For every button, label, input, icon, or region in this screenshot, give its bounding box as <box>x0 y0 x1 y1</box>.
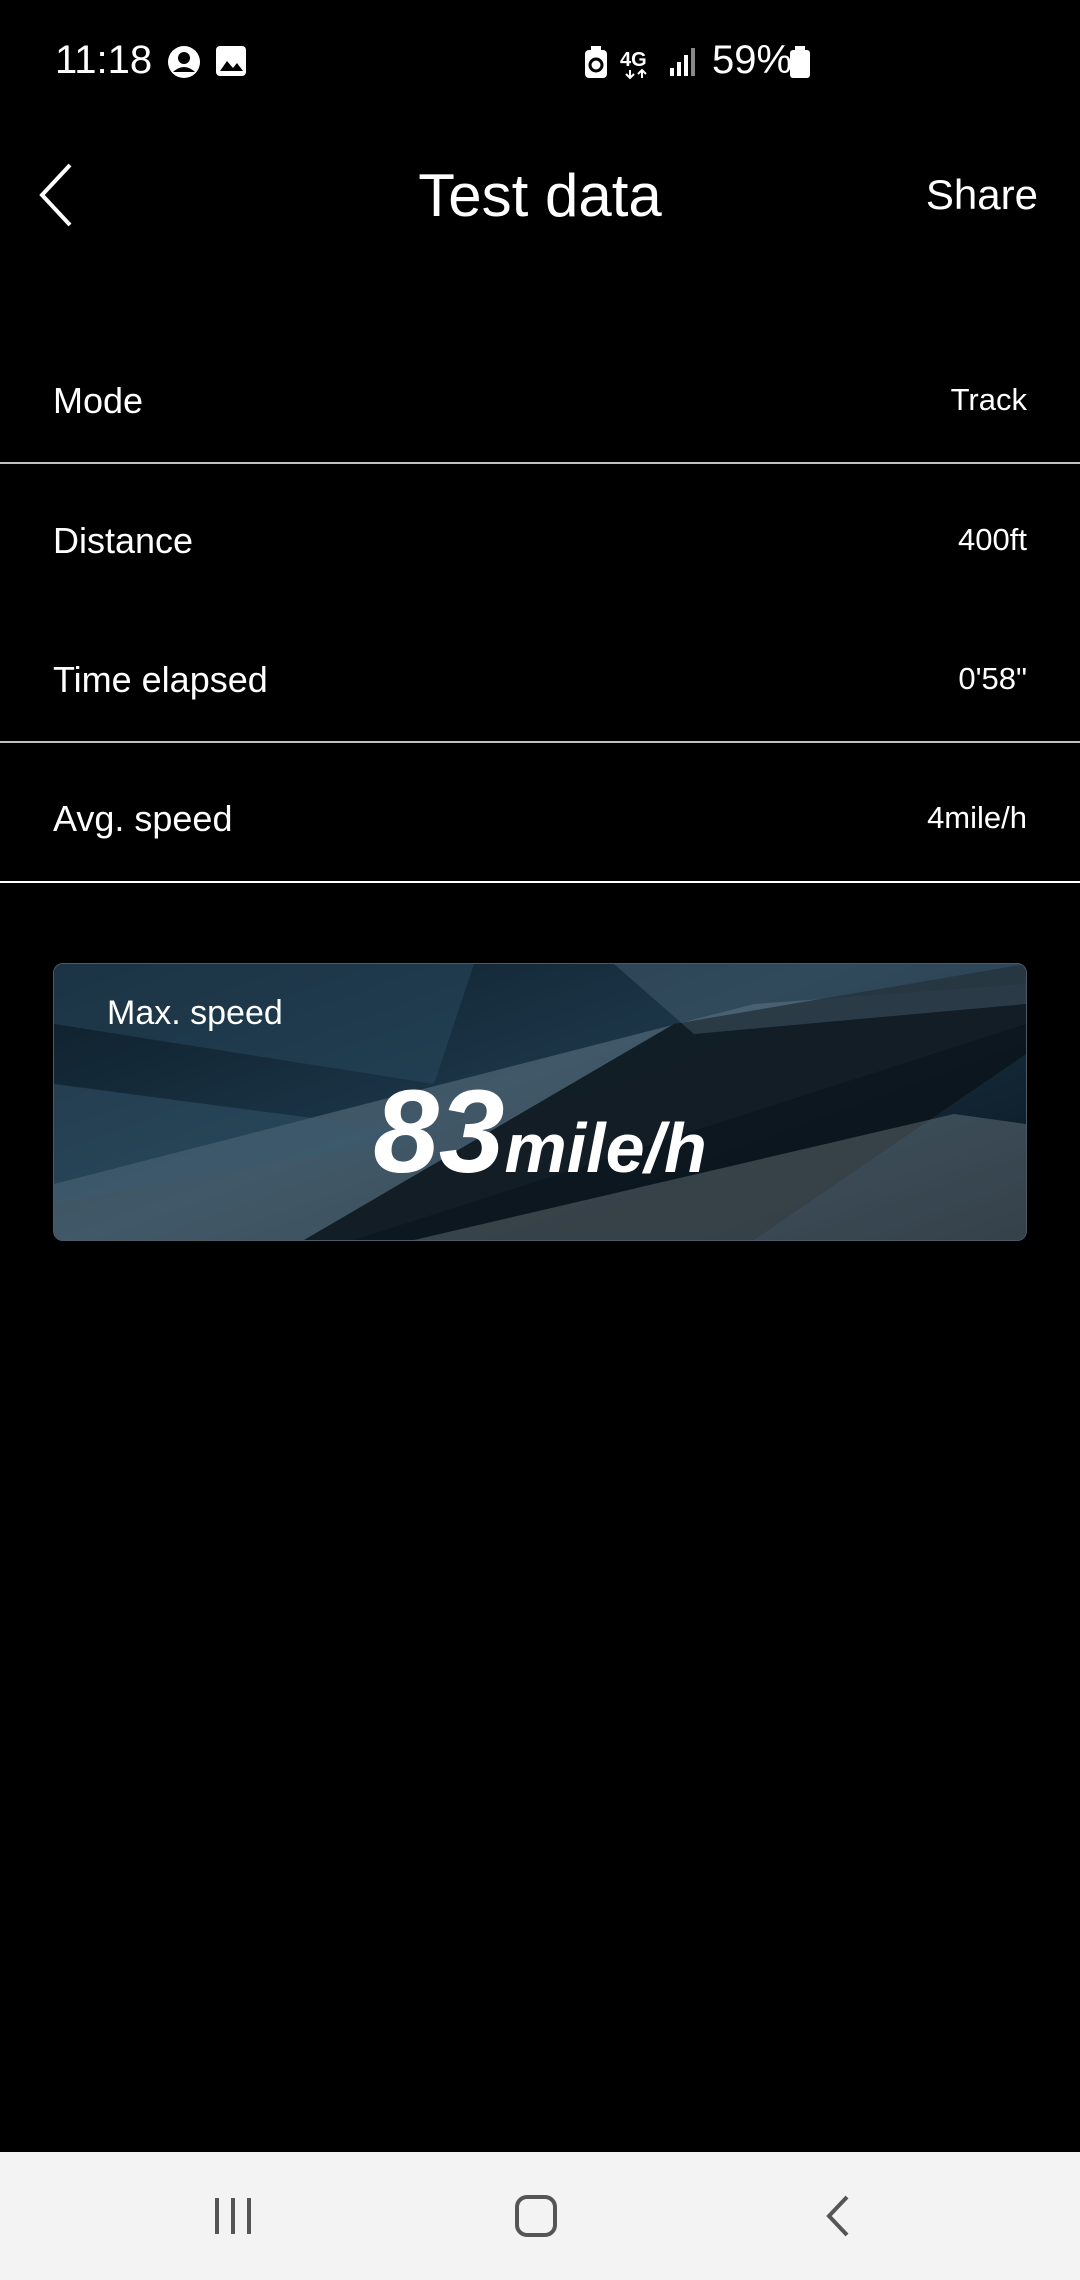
home-button[interactable] <box>456 2152 616 2280</box>
status-bar: 11:18 4G 59% <box>0 0 1080 130</box>
nav-back-button[interactable] <box>758 2152 918 2280</box>
app-bar: Test data Share <box>0 120 1080 270</box>
max-speed-readout: 83mile/h <box>54 1064 1026 1200</box>
divider <box>0 462 1080 464</box>
time-elapsed-label: Time elapsed <box>53 659 268 700</box>
distance-value: 400ft <box>958 522 1027 557</box>
signal-icon <box>668 44 704 80</box>
status-time: 11:18 <box>55 38 153 82</box>
chevron-left-icon <box>39 163 72 227</box>
system-navigation-bar <box>0 2152 1080 2280</box>
mode-value: Track <box>950 382 1027 417</box>
avg-speed-label: Avg. speed <box>53 798 233 839</box>
max-speed-label: Max. speed <box>107 994 283 1032</box>
4g-icon: 4G <box>620 44 664 80</box>
mode-label: Mode <box>53 380 144 421</box>
max-speed-value: 83 <box>373 1066 505 1198</box>
svg-text:4G: 4G <box>620 49 647 71</box>
time-elapsed-row: Time elapsed 0'58" <box>0 611 1080 749</box>
battery-percentage: 59% <box>712 38 793 82</box>
divider <box>0 881 1080 883</box>
distance-row: Distance 400ft <box>0 472 1080 610</box>
back-button[interactable] <box>30 120 120 270</box>
mode-row: Mode Track <box>0 332 1080 470</box>
max-speed-card: Max. speed 83mile/h <box>53 963 1027 1241</box>
divider <box>0 741 1080 743</box>
avg-speed-value: 4mile/h <box>927 800 1027 835</box>
account-circle-icon <box>166 44 202 80</box>
page-title: Test data <box>418 161 662 229</box>
distance-label: Distance <box>53 520 194 561</box>
recents-icon <box>215 2198 251 2234</box>
home-icon <box>515 2195 557 2237</box>
image-icon <box>214 44 250 80</box>
battery-saver-icon <box>582 44 618 80</box>
max-speed-unit: mile/h <box>504 1109 707 1187</box>
avg-speed-row: Avg. speed 4mile/h <box>0 750 1080 888</box>
share-button[interactable]: Share <box>926 120 1038 270</box>
time-elapsed-value: 0'58" <box>958 661 1027 696</box>
recents-button[interactable] <box>153 2152 313 2280</box>
battery-icon <box>788 44 812 80</box>
back-icon <box>826 2195 849 2237</box>
